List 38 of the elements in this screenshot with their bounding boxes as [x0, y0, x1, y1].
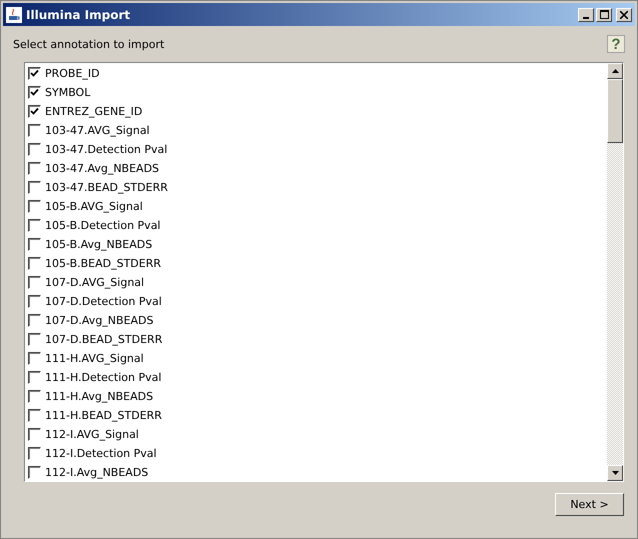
help-button[interactable]: ? [607, 35, 625, 53]
checkbox[interactable] [28, 466, 41, 479]
scroll-thumb[interactable] [607, 79, 623, 143]
checkbox-label: 103-47.Detection Pval [45, 143, 168, 156]
checkbox-label: 112-I.AVG_Signal [45, 428, 139, 441]
next-button[interactable]: Next > [555, 493, 624, 516]
maximize-icon [600, 10, 608, 19]
checkbox-label: 107-D.AVG_Signal [45, 276, 144, 289]
checkbox-label: 112-I.Avg_NBEADS [45, 466, 148, 479]
checkbox-label: PROBE_ID [45, 67, 100, 80]
checkbox-label: 111-H.Avg_NBEADS [45, 390, 154, 403]
checkbox-label: 103-47.BEAD_STDERR [45, 181, 168, 194]
down-arrow-icon[interactable] [612, 471, 618, 475]
checkbox-label: 107-D.Avg_NBEADS [45, 314, 154, 327]
checkbox-label: 105-B.BEAD_STDERR [45, 257, 162, 270]
close-button[interactable] [616, 8, 632, 22]
checkbox-label: 107-D.BEAD_STDERR [45, 333, 162, 346]
checkbox-label: 107-D.Detection Pval [45, 295, 162, 308]
checkbox-label: 105-B.Detection Pval [45, 219, 160, 232]
scrollbar[interactable] [607, 63, 623, 481]
checkbox-label: 111-H.Detection Pval [45, 371, 162, 384]
up-arrow-icon[interactable] [612, 69, 618, 73]
checkbox-label: 103-47.AVG_Signal [45, 124, 150, 137]
checkbox-label: ENTREZ_GENE_ID [45, 105, 142, 118]
checkbox-label: 105-B.Avg_NBEADS [45, 238, 152, 251]
minimize-icon [583, 16, 589, 18]
maximize-button[interactable] [596, 8, 612, 22]
checkbox-label: 111-H.BEAD_STDERR [45, 409, 162, 422]
minimize-button[interactable] [578, 8, 594, 22]
coffee-cup-icon [6, 6, 22, 22]
close-icon [620, 10, 628, 18]
instruction-text: Select annotation to import [13, 38, 164, 50]
checkbox-label: SYMBOL [45, 86, 90, 99]
checkbox-label: 105-B.AVG_Signal [45, 200, 143, 213]
checkbox-label: 111-H.AVG_Signal [45, 352, 144, 365]
window-title: Illumina Import [26, 8, 132, 22]
checkbox-label: 103-47.Avg_NBEADS [45, 162, 160, 175]
checkbox-label: 112-I.Detection Pval [45, 447, 157, 460]
